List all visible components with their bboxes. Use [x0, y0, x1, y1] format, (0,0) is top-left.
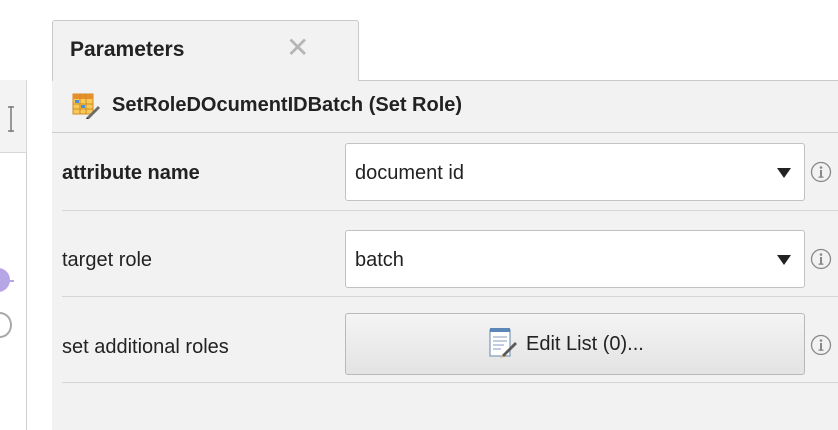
- info-icon[interactable]: [810, 248, 832, 270]
- chevron-down-icon[interactable]: [776, 167, 792, 179]
- target-role-value: batch: [355, 249, 404, 271]
- edit-list-icon: [489, 328, 517, 358]
- operator-port-icon[interactable]: [0, 268, 10, 292]
- attribute-name-value: document id: [355, 162, 464, 184]
- splitter-handle-icon[interactable]: [8, 104, 14, 134]
- info-icon[interactable]: [810, 334, 832, 356]
- tab-baseline: [359, 80, 838, 81]
- target-role-label: target role: [62, 249, 153, 271]
- row-divider: [62, 210, 838, 211]
- row-divider: [62, 382, 838, 383]
- chevron-down-icon[interactable]: [776, 254, 792, 266]
- operator-port-empty-icon[interactable]: [0, 312, 12, 338]
- set-additional-roles-label: set additional roles: [62, 336, 229, 358]
- row-divider: [62, 296, 838, 297]
- info-icon[interactable]: [810, 161, 832, 183]
- left-divider: [26, 152, 27, 430]
- attribute-name-label: attribute name: [62, 162, 200, 184]
- tab-label: Parameters: [70, 38, 185, 61]
- operator-title: SetRoleDOcumentIDBatch (Set Role): [112, 94, 463, 116]
- edit-list-label: Edit List (0)...: [526, 333, 644, 355]
- header-divider: [52, 132, 838, 133]
- target-role-select[interactable]: [345, 230, 805, 288]
- close-icon[interactable]: ✕: [286, 33, 309, 63]
- set-role-operator-icon: [72, 93, 100, 119]
